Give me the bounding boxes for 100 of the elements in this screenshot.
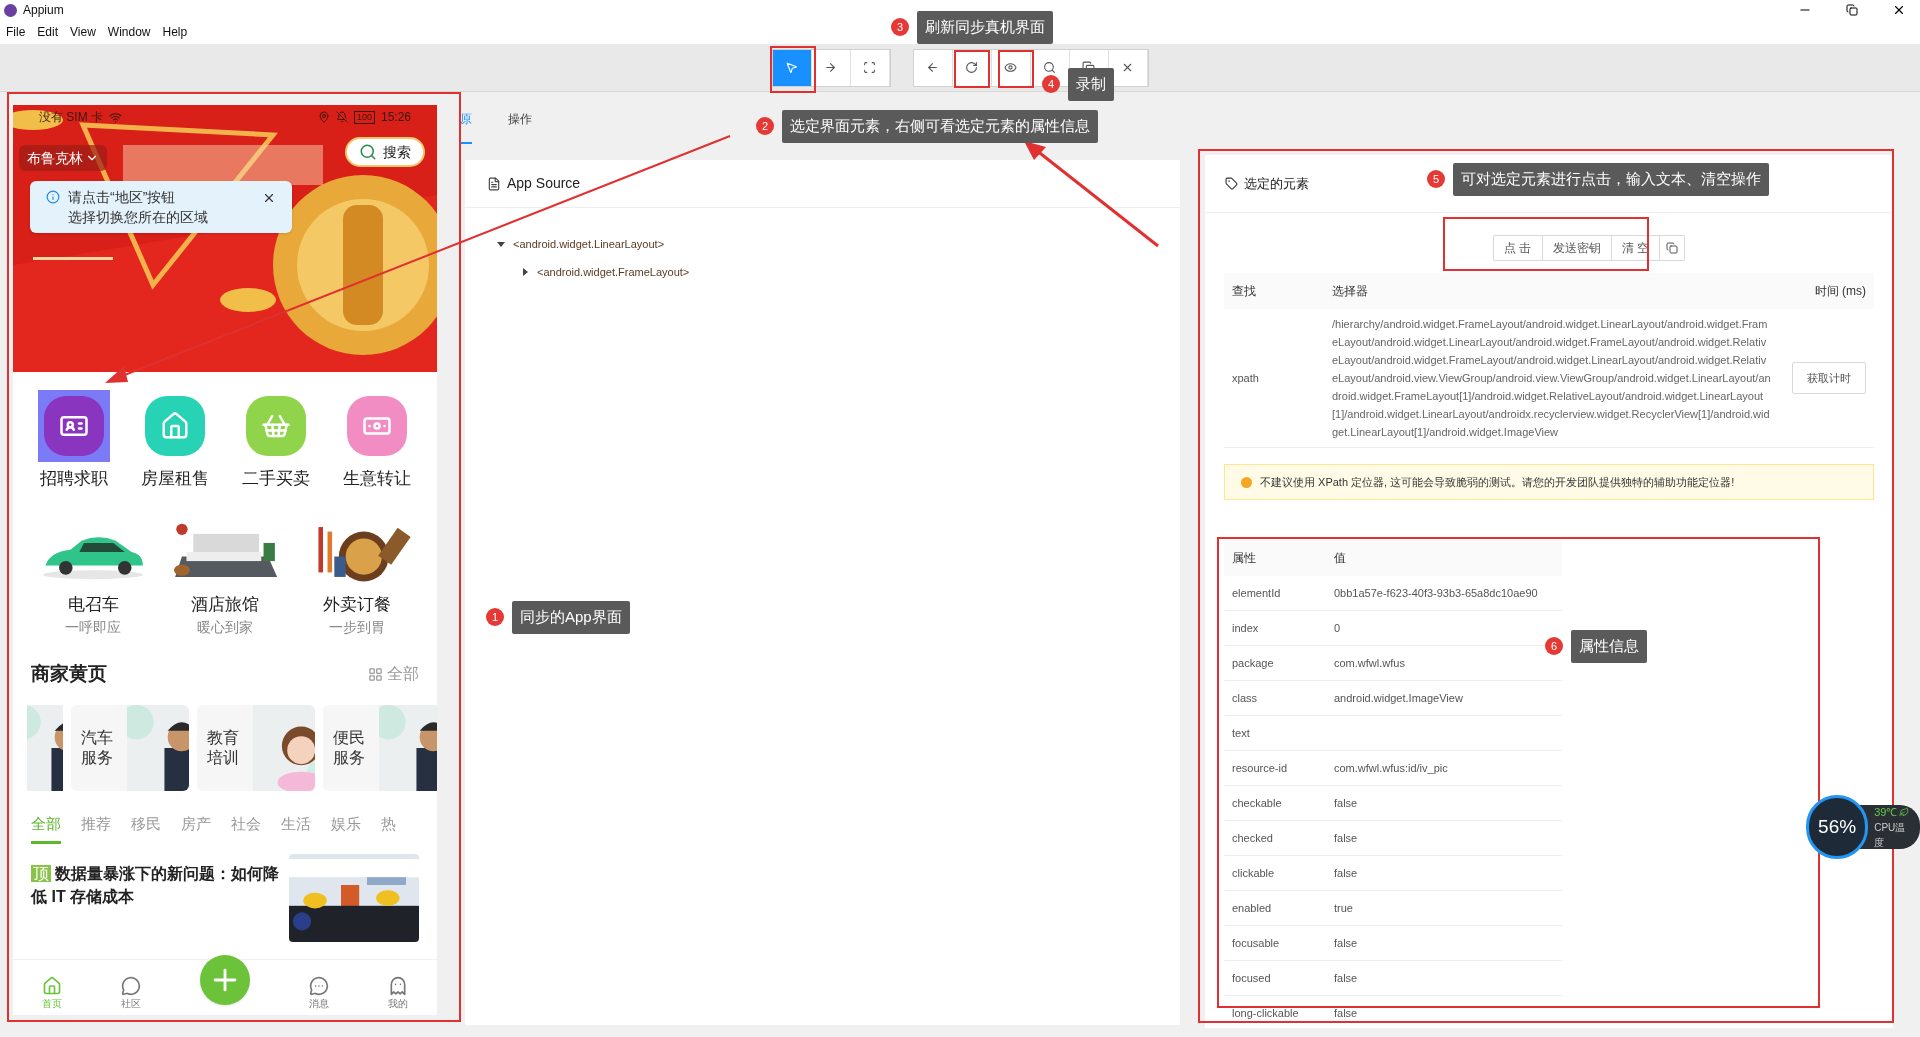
attribute-value: com.wfwl.wfus — [1334, 655, 1405, 671]
annotation-tooltip: 可对选定元素进行点击，输入文本、清空操作 — [1453, 163, 1769, 196]
column-header: 值 — [1334, 550, 1346, 567]
attribute-value: 0bb1a57e-f623-40f3-93b3-65a8dc10ae90 — [1334, 585, 1538, 601]
xpath-text: /hierarchy/android.widget.FrameLayout/android.widget.LinearLayout/android.widget.FrameLayout/android.widget.LinearLayout/android.widget.FrameLayout/android.widget.RelativeLayout/android.widget.FrameLayout/android.widget.LinearLayout/android.widget.RelativeLayout/android.view.ViewGroup/android.view.ViewGroup/android.widget.LinearLayout/android.widget.FrameLayout[1]/android.widget.RelativeLayout/android.widget.LinearLayout[1]/android.widget.LinearLayout/androidx.recyclerview.widget.RecyclerView[1]/android.widget.LinearLayout[1]/android.widget.ImageView — [1332, 317, 1772, 440]
feature-title[interactable]: 外卖订餐 — [323, 591, 391, 617]
toolbar-button[interactable] — [772, 49, 812, 86]
tree-node-label[interactable]: <android.widget.LinearLayout> — [513, 235, 665, 253]
refresh-icon — [965, 61, 978, 74]
bell-off-icon — [335, 111, 348, 123]
caret-right-icon[interactable] — [521, 268, 529, 276]
attribute-name: checkable — [1232, 795, 1283, 811]
column-header: 选择器 — [1332, 283, 1369, 300]
annotation-tooltip: 选定界面元素，右侧可看选定元素的属性信息 — [782, 110, 1098, 143]
annotation-tooltip: 刷新同步真机界面 — [917, 11, 1053, 44]
column-header: 属性 — [1232, 550, 1257, 567]
attribute-value: false — [1334, 935, 1358, 951]
nav-tab[interactable]: 社区 — [121, 976, 142, 1011]
attribute-value: false — [1334, 865, 1358, 881]
section-title: 商家黄页 — [31, 662, 107, 686]
eye-icon — [1004, 61, 1017, 74]
service-label[interactable]: 二手买卖 — [241, 466, 310, 492]
location-icon — [317, 111, 330, 123]
panel-title: 选定的元素 — [1244, 174, 1309, 193]
message-icon — [308, 976, 329, 996]
search-icon — [359, 143, 377, 161]
menu-item[interactable]: Window — [107, 23, 151, 41]
location-selector[interactable]: 布鲁克林 — [19, 145, 107, 171]
chat-icon — [121, 976, 142, 996]
search-button[interactable]: 搜索 — [345, 137, 425, 167]
copy-icon — [1665, 242, 1678, 254]
feature-subtitle: 暖心到家 — [197, 618, 253, 637]
panel-title: App Source — [507, 174, 581, 193]
timing-button[interactable]: 获取计时 — [1792, 362, 1866, 394]
card-label: 教育培训 — [207, 727, 240, 768]
service-label[interactable]: 招聘求职 — [39, 466, 108, 492]
arrow-right-icon — [824, 61, 837, 74]
search-icon — [1043, 61, 1056, 74]
column-header: 时间 (ms) — [1814, 283, 1866, 300]
info-icon — [46, 190, 60, 204]
service-card[interactable]: 便民服务 — [323, 704, 437, 791]
attribute-value: true — [1334, 900, 1353, 916]
window-title: Appium — [23, 2, 64, 19]
attribute-name: focusable — [1232, 935, 1281, 951]
service-card[interactable]: 汽车服务 — [71, 704, 189, 791]
feature-title[interactable]: 酒店旅馆 — [191, 591, 259, 617]
carrier-text: 没有 SIM 卡 — [39, 109, 103, 126]
highlight-frame — [770, 46, 816, 93]
attribute-name: elementId — [1232, 585, 1282, 601]
menu-item[interactable]: Help — [162, 23, 188, 41]
annotation-tooltip: 同步的App界面 — [512, 601, 630, 634]
menu-item[interactable]: File — [6, 23, 26, 41]
warning-text: 不建议使用 XPath 定位器, 这可能会导致脆弱的测试。请您的开发团队提供独特的辅助功能定位器! — [1260, 474, 1735, 490]
feature-subtitle: 一呼即应 — [65, 618, 121, 637]
panel-tab[interactable]: 操作 — [508, 92, 532, 144]
tip-text: 请点击“地区”按钮 — [68, 188, 177, 207]
column-header: 查找 — [1232, 283, 1257, 300]
attribute-name: enabled — [1232, 900, 1273, 916]
action-button[interactable]: 点 击 — [1494, 236, 1543, 260]
attribute-value: android.widget.ImageView — [1334, 690, 1463, 706]
close-icon[interactable] — [262, 191, 276, 205]
feature-title[interactable]: 电召车 — [67, 591, 119, 617]
attribute-value: false — [1334, 1005, 1358, 1021]
tag-icon — [1225, 177, 1238, 190]
home-icon — [42, 976, 63, 996]
service-card[interactable]: 教育培训 — [197, 704, 315, 791]
scan-icon — [863, 61, 876, 74]
cpu-label: CPU温度 — [1874, 821, 1907, 851]
table-cell-text: xpath — [1232, 370, 1260, 386]
menu-item[interactable]: View — [70, 23, 96, 41]
attribute-name: clickable — [1232, 865, 1276, 881]
leaf-icon — [1899, 807, 1910, 817]
tree-node-label[interactable]: <android.widget.FrameLayout> — [537, 263, 690, 281]
feature-subtitle: 一步到胃 — [329, 618, 385, 637]
close-icon[interactable] — [1892, 3, 1906, 17]
menu-item[interactable]: Edit — [37, 23, 59, 41]
highlight-frame — [998, 50, 1034, 88]
house-icon — [159, 411, 190, 441]
service-label[interactable]: 房屋租售 — [140, 466, 209, 492]
news-headline[interactable]: 顶 数据量暴涨下的新问题：如何降低 IT 存储成本 — [31, 854, 279, 942]
attribute-name: text — [1232, 725, 1251, 741]
card-label: 便民服务 — [333, 727, 366, 768]
attribute-name: index — [1232, 620, 1260, 636]
service-label[interactable]: 生意转让 — [342, 466, 411, 492]
caret-down-icon[interactable] — [497, 240, 505, 248]
attribute-value: false — [1334, 795, 1358, 811]
attribute-name: checked — [1232, 830, 1274, 846]
nav-tab[interactable]: 我的 — [387, 976, 408, 1011]
wifi-icon — [109, 110, 122, 124]
annotation-tooltip: 属性信息 — [1571, 630, 1647, 663]
grid-icon — [368, 666, 383, 682]
restore-icon[interactable] — [1846, 4, 1858, 16]
app-logo-icon — [4, 3, 17, 17]
temperature-text: 39℃ — [1874, 804, 1898, 820]
nav-tab[interactable]: 消息 — [308, 976, 329, 1011]
action-button[interactable]: 发送密钥 — [1542, 236, 1612, 260]
select-icon — [785, 61, 798, 74]
service-tile[interactable] — [37, 390, 110, 462]
attribute-name: package — [1232, 655, 1275, 671]
attribute-name: resource-id — [1232, 760, 1289, 776]
